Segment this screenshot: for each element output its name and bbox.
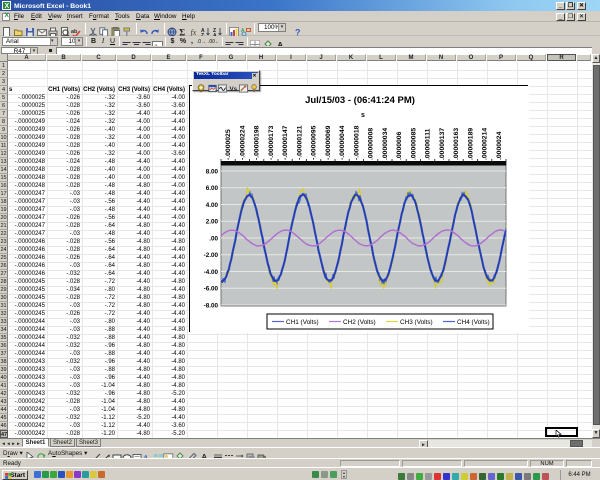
svg-text:-8.00: -8.00: [204, 302, 219, 309]
svg-text:Vs: Vs: [229, 86, 237, 93]
svg-text:-.00000224: -.00000224: [239, 125, 246, 160]
svg-text:-.0000025: -.0000025: [225, 129, 232, 160]
svg-text:-.00000044: -.00000044: [339, 125, 346, 160]
svg-text:4.00: 4.00: [206, 202, 219, 209]
svg-text:-.00000147: -.00000147: [282, 125, 289, 160]
svg-text:-4.00: -4.00: [204, 269, 219, 276]
svg-text:-.00000069: -.00000069: [325, 125, 332, 160]
svg-text:.00000111: .00000111: [425, 128, 432, 160]
svg-text:-.00000095: -.00000095: [311, 125, 318, 160]
svg-text:CH4 (Volts): CH4 (Volts): [457, 319, 490, 326]
svg-text:.00000137: .00000137: [439, 128, 446, 160]
svg-text:.00000214: .00000214: [482, 128, 489, 160]
svg-text:-.00000121: -.00000121: [296, 125, 303, 160]
svg-text:.00000085: .00000085: [410, 128, 417, 160]
svg-text:.00: .00: [209, 235, 218, 242]
svg-text:.00000163: .00000163: [453, 128, 460, 160]
svg-text:-.00000018: -.00000018: [353, 125, 360, 160]
svg-text:-.00000173: -.00000173: [268, 125, 275, 160]
svg-text:CH3 (Volts): CH3 (Volts): [400, 319, 433, 326]
svg-text:2.00: 2.00: [206, 219, 219, 226]
svg-text:A: A: [241, 28, 245, 34]
svg-text:Jul/15/03 - (06:41:24 PM): Jul/15/03 - (06:41:24 PM): [305, 95, 415, 106]
svg-text:.0000006: .0000006: [396, 131, 403, 160]
svg-text:.00000189: .00000189: [467, 128, 474, 160]
svg-text:6.00: 6.00: [206, 185, 219, 192]
svg-text:.00000008: .00000008: [368, 128, 375, 160]
svg-text:8.00: 8.00: [206, 168, 219, 175]
svg-text:.0000024: .0000024: [496, 131, 503, 160]
svg-text:.00000034: .00000034: [382, 128, 389, 160]
svg-text:-2.00: -2.00: [204, 252, 219, 259]
svg-text:CH1 (Volts): CH1 (Volts): [286, 319, 319, 326]
svg-text:CH2 (Volts): CH2 (Volts): [343, 319, 376, 326]
svg-text:-6.00: -6.00: [204, 286, 219, 293]
svg-text:-.00000198: -.00000198: [254, 125, 261, 160]
svg-text:s: s: [361, 112, 365, 119]
